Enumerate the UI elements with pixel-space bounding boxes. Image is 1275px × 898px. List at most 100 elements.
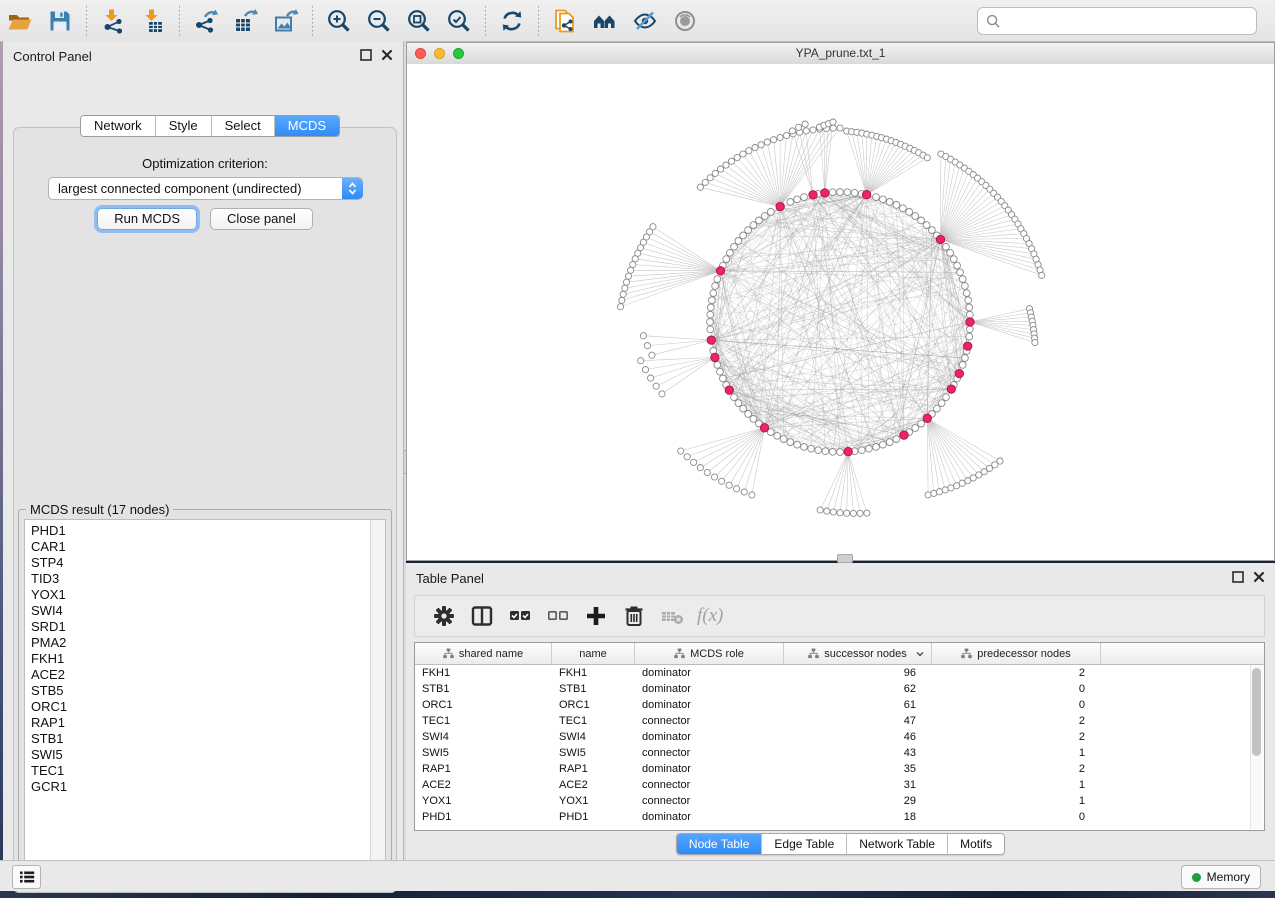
table-cell: SWI5: [552, 747, 635, 759]
column-header-successor-nodes[interactable]: successor nodes: [784, 643, 932, 664]
toolbar-separator: [485, 6, 486, 36]
mcds-result-item[interactable]: TEC1: [31, 763, 370, 779]
tab-network-table[interactable]: Network Table: [847, 834, 948, 854]
splitter-handle-horizontal[interactable]: [837, 554, 853, 563]
mcds-tab-content: Optimization criterion: largest connecte…: [13, 127, 397, 893]
mcds-result-item[interactable]: ORC1: [31, 699, 370, 715]
table-row[interactable]: YOX1YOX1connector291: [415, 793, 1264, 809]
mcds-result-item[interactable]: STB1: [31, 731, 370, 747]
export-network-button[interactable]: [189, 5, 223, 37]
zoom-fit-button[interactable]: [402, 5, 436, 37]
column-selector-button[interactable]: [463, 600, 501, 632]
show-all-button[interactable]: [668, 5, 702, 37]
export-table-button[interactable]: [229, 5, 263, 37]
mcds-list-scrollbar[interactable]: [370, 520, 385, 874]
table-scrollbar[interactable]: [1250, 665, 1263, 829]
status-bar: Memory: [0, 860, 1275, 891]
table-row[interactable]: FKH1FKH1dominator962: [415, 665, 1264, 681]
mcds-result-item[interactable]: CAR1: [31, 539, 370, 555]
table-cell: dominator: [635, 811, 784, 823]
network-window-titlebar[interactable]: YPA_prune.txt_1: [407, 43, 1274, 65]
select-all-button[interactable]: [501, 600, 539, 632]
delete-button[interactable]: [615, 600, 653, 632]
memory-button[interactable]: Memory: [1181, 865, 1261, 889]
mcds-result-item[interactable]: GCR1: [31, 779, 370, 795]
zoom-in-button[interactable]: [322, 5, 356, 37]
mcds-result-item[interactable]: RAP1: [31, 715, 370, 731]
apply-layout-button[interactable]: [495, 5, 529, 37]
tab-network[interactable]: Network: [81, 116, 156, 136]
save-session-button[interactable]: [43, 5, 77, 37]
column-header-MCDS-role[interactable]: MCDS role: [635, 643, 784, 664]
table-row[interactable]: PHD1PHD1dominator180: [415, 809, 1264, 825]
tab-mcds[interactable]: MCDS: [275, 116, 339, 136]
network-search[interactable]: [977, 7, 1257, 35]
tab-select[interactable]: Select: [212, 116, 275, 136]
network-from-selection-button[interactable]: [548, 5, 582, 37]
zoom-fit-icon: [406, 8, 432, 34]
mcds-result-item[interactable]: ACE2: [31, 667, 370, 683]
float-panel-button[interactable]: [360, 49, 372, 61]
optimization-criterion-label: Optimization criterion:: [14, 156, 396, 171]
export-image-button[interactable]: [269, 5, 303, 37]
mcds-result-item[interactable]: SRD1: [31, 619, 370, 635]
table-row[interactable]: ACE2ACE2connector311: [415, 777, 1264, 793]
table-cell: SWI4: [552, 731, 635, 743]
column-header-predecessor-nodes[interactable]: predecessor nodes: [932, 643, 1101, 664]
tab-edge-table[interactable]: Edge Table: [762, 834, 847, 854]
table-scrollbar-thumb[interactable]: [1252, 668, 1261, 756]
mcds-result-item[interactable]: YOX1: [31, 587, 370, 603]
search-input[interactable]: [1007, 10, 1256, 32]
criterion-dropdown[interactable]: largest connected component (undirected): [48, 177, 363, 200]
mcds-result-item[interactable]: TID3: [31, 571, 370, 587]
close-panel-button[interactable]: [381, 49, 393, 61]
column-header-shared-name[interactable]: shared name: [415, 643, 552, 664]
deselect-all-button[interactable]: [539, 600, 577, 632]
mcds-result-item[interactable]: FKH1: [31, 651, 370, 667]
tab-style[interactable]: Style: [156, 116, 212, 136]
network-canvas[interactable]: [407, 64, 1274, 560]
mcds-result-item[interactable]: PMA2: [31, 635, 370, 651]
eye-icon: [672, 8, 698, 34]
mcds-result-item[interactable]: PHD1: [31, 523, 370, 539]
table-cell: 31: [784, 779, 932, 791]
zoom-selected-button[interactable]: [442, 5, 476, 37]
add-column-button[interactable]: [577, 600, 615, 632]
column-header-name[interactable]: name: [552, 643, 635, 664]
table-row[interactable]: RAP1RAP1dominator352: [415, 761, 1264, 777]
table-row[interactable]: ORC1ORC1dominator610: [415, 697, 1264, 713]
open-file-button[interactable]: [3, 5, 37, 37]
run-mcds-button[interactable]: Run MCDS: [97, 208, 197, 230]
import-table-button[interactable]: [136, 5, 170, 37]
tab-motifs[interactable]: Motifs: [948, 834, 1004, 854]
table-cell: STB1: [552, 683, 635, 695]
table-panel: Table Panel: [406, 563, 1275, 860]
table-row[interactable]: SWI4SWI4dominator462: [415, 729, 1264, 745]
mcds-result-item[interactable]: SWI4: [31, 603, 370, 619]
zoom-out-button[interactable]: [362, 5, 396, 37]
table-row[interactable]: TEC1TEC1connector472: [415, 713, 1264, 729]
table-cell: 2: [932, 731, 1101, 743]
import-network-button[interactable]: [96, 5, 130, 37]
graph-leaf-nodes[interactable]: [617, 119, 1044, 517]
float-table-panel-button[interactable]: [1232, 571, 1244, 583]
tab-node-table[interactable]: Node Table: [677, 834, 763, 854]
table-cell: 1: [932, 779, 1101, 791]
table-settings-button[interactable]: [425, 600, 463, 632]
close-table-panel-button[interactable]: [1253, 571, 1265, 583]
table-cell: connector: [635, 795, 784, 807]
sort-desc-icon: [916, 650, 924, 658]
import-table-icon: [140, 8, 166, 34]
table-cell: SWI4: [415, 731, 552, 743]
close-panel-button-mcds[interactable]: Close panel: [210, 208, 313, 230]
mcds-result-item[interactable]: STP4: [31, 555, 370, 571]
table-row[interactable]: STB1STB1dominator620: [415, 681, 1264, 697]
mcds-result-item[interactable]: STB5: [31, 683, 370, 699]
table-cell: TEC1: [552, 715, 635, 727]
column-type-icon: [674, 648, 685, 659]
table-row[interactable]: SWI5SWI5connector431: [415, 745, 1264, 761]
mcds-result-item[interactable]: SWI5: [31, 747, 370, 763]
show-panels-button[interactable]: [12, 865, 41, 889]
hide-selected-button[interactable]: [628, 5, 662, 37]
first-neighbors-button[interactable]: [588, 5, 622, 37]
